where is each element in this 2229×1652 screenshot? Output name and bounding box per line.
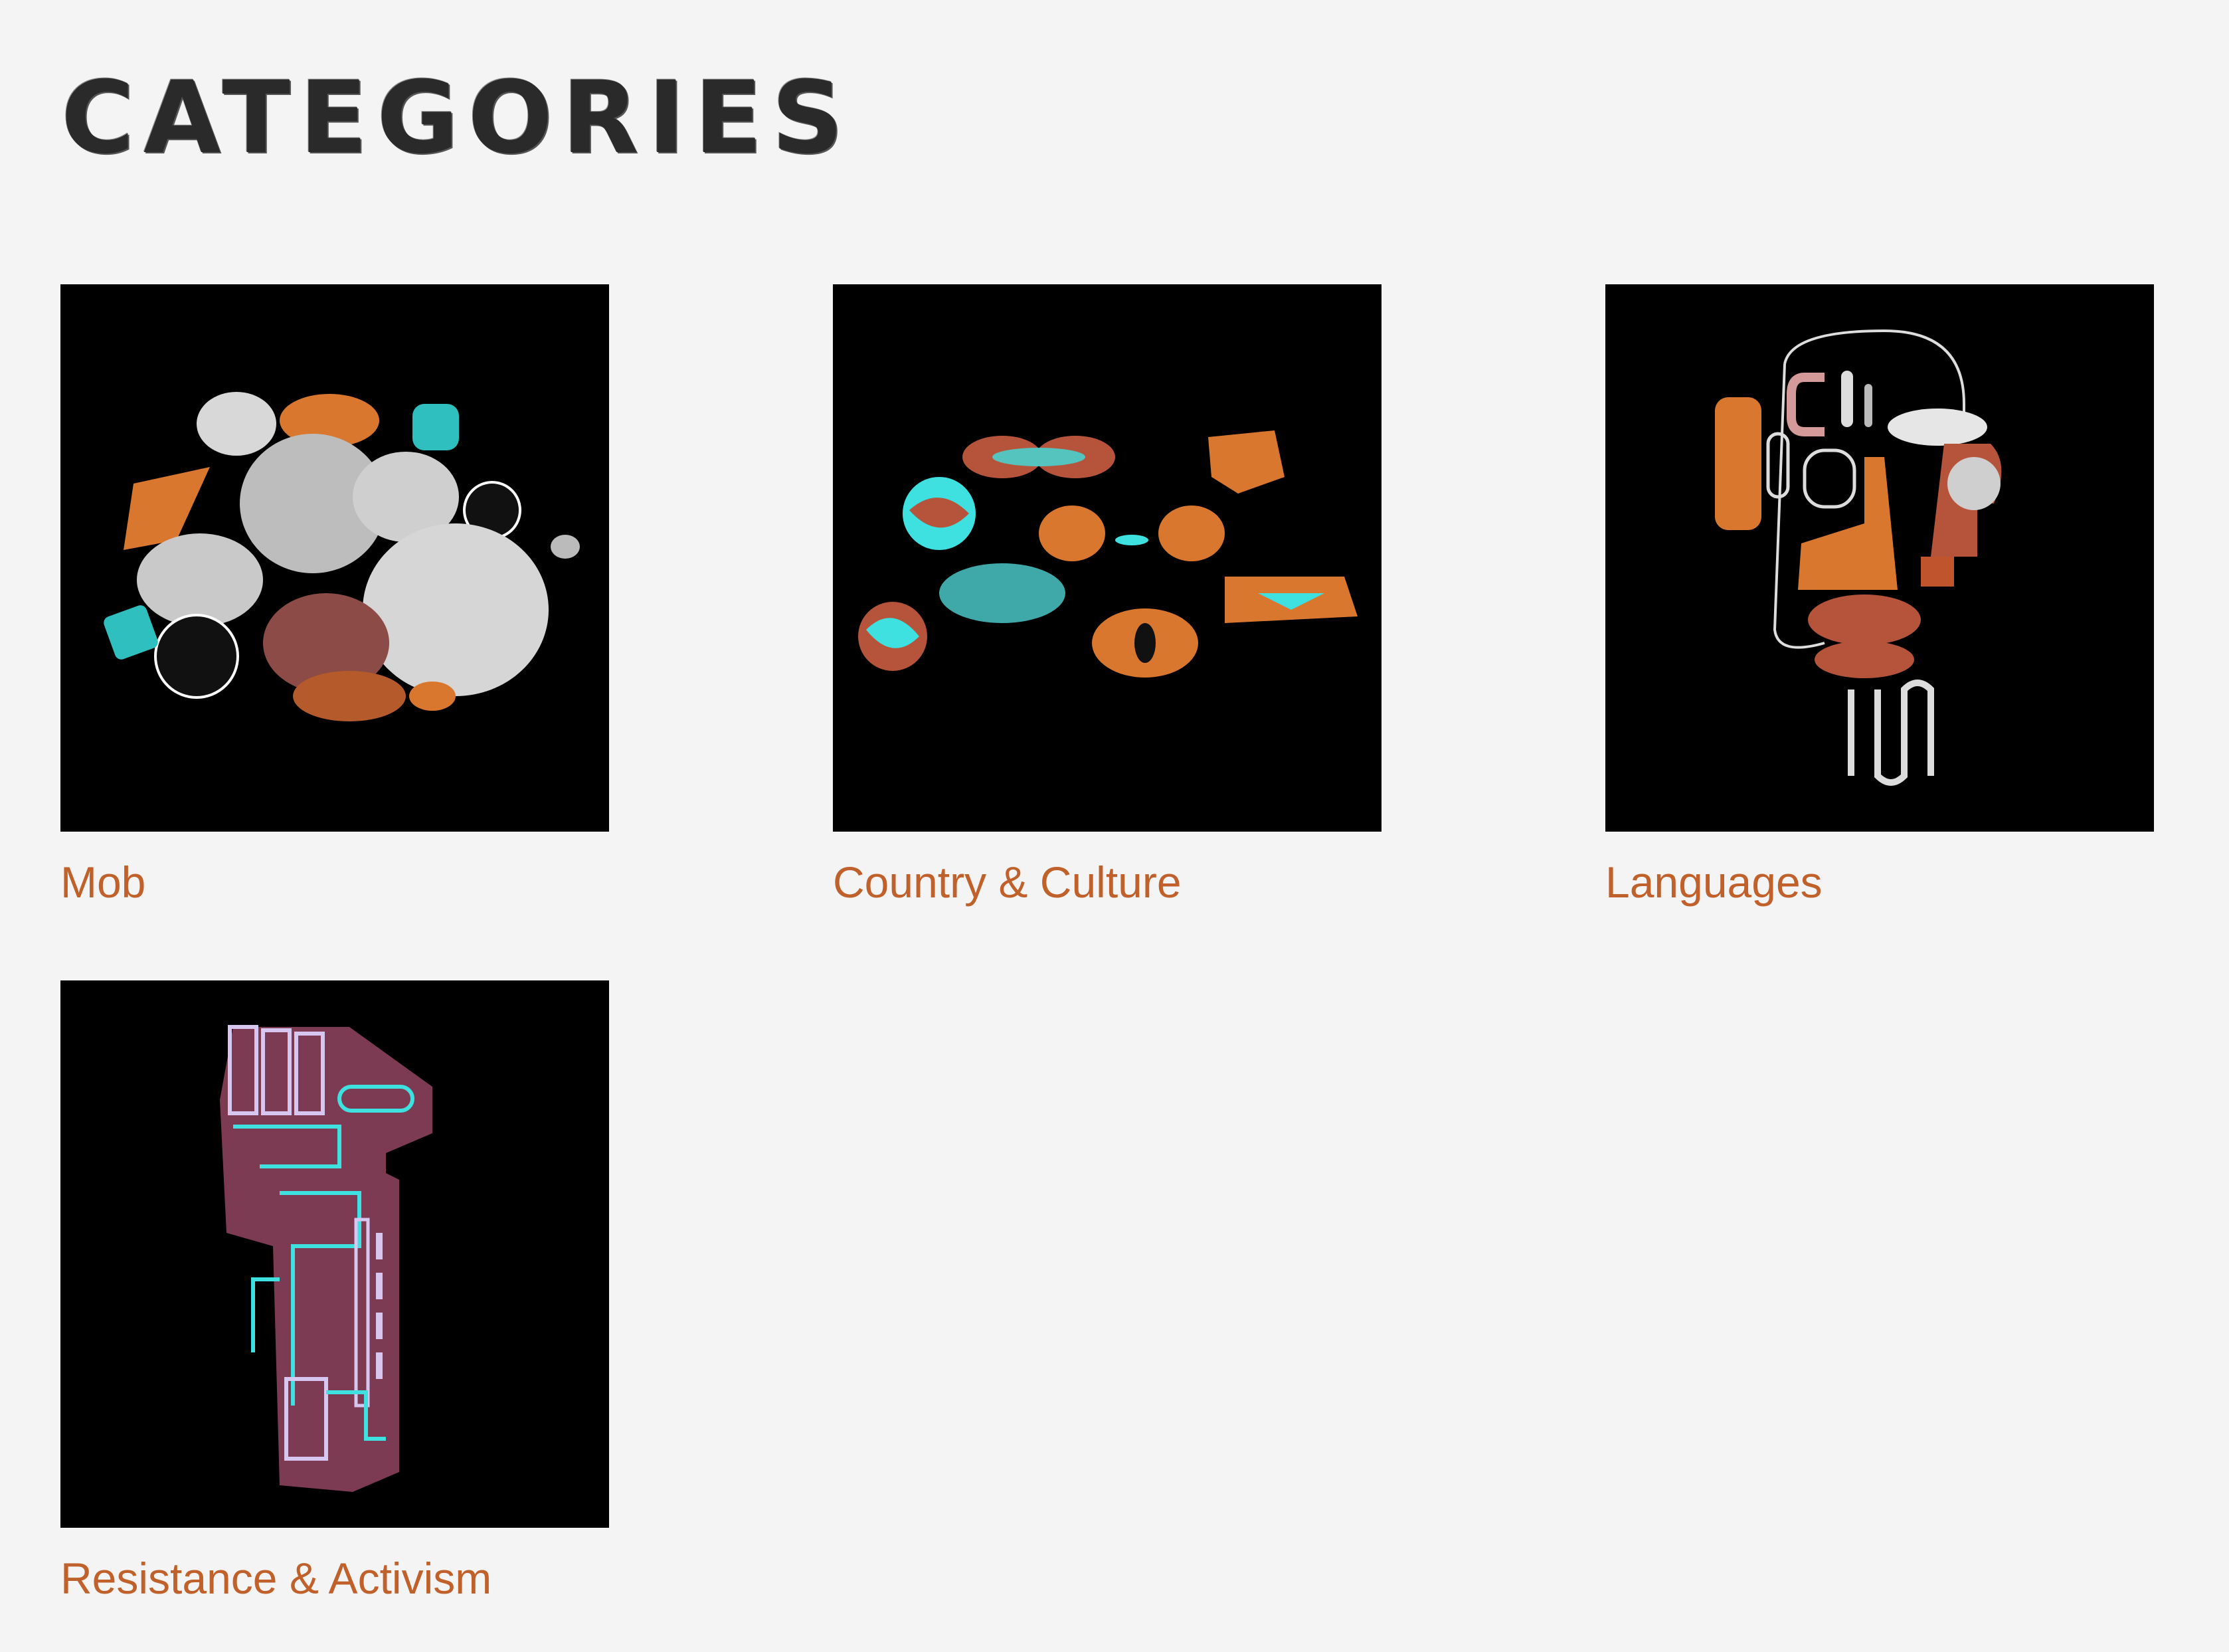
category-thumbnail[interactable] [60,980,609,1528]
painted-seeds-icon [858,430,1358,678]
category-label[interactable]: Country & Culture [833,856,1382,909]
painted-stones-icon [104,392,580,721]
page-title: CATEGORIES [61,60,853,176]
raised-fist-icon [220,1025,432,1492]
category-card-mob[interactable]: Mob [60,284,609,909]
category-card-languages[interactable]: Languages [1605,284,2154,909]
category-card-resistance-activism[interactable]: Resistance & Activism [60,980,609,1605]
category-thumbnail[interactable] [1605,284,2154,832]
category-thumbnail[interactable] [833,284,1382,832]
category-label[interactable]: Languages [1605,856,2154,909]
category-card-country-culture[interactable]: Country & Culture [833,284,1382,909]
abstract-face-icon [1715,329,2002,786]
category-label[interactable]: Mob [60,856,609,909]
category-label[interactable]: Resistance & Activism [60,1552,609,1605]
category-thumbnail[interactable] [60,284,609,832]
